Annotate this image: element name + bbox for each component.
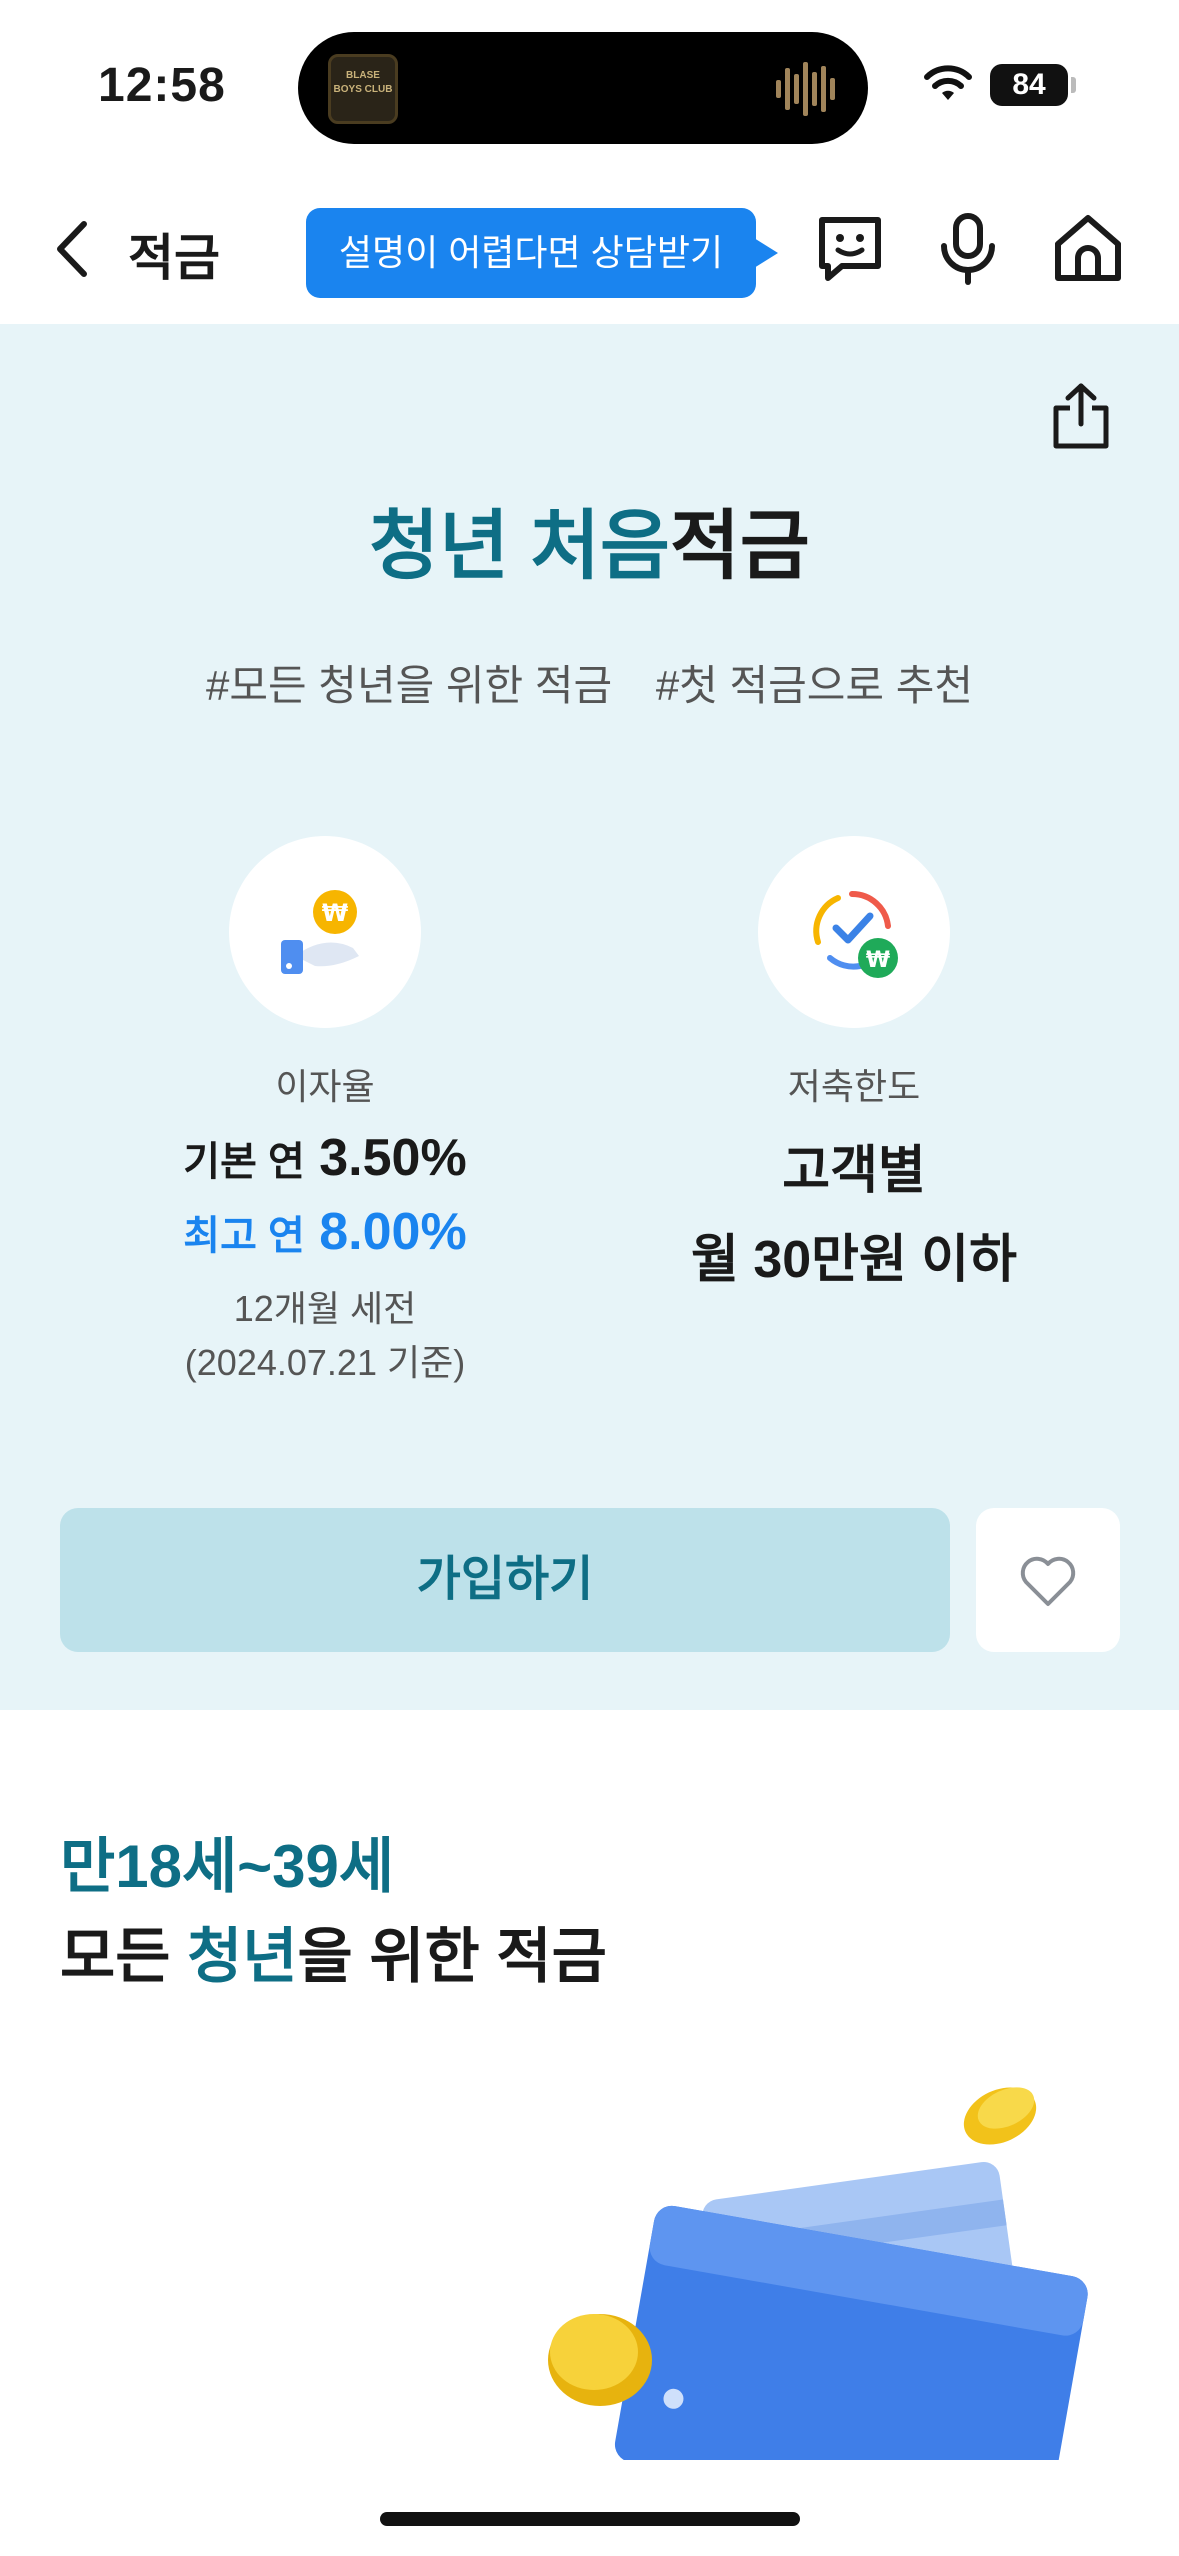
limit-line-1: 고객별 (782, 1142, 926, 1200)
dynamic-island: BLASE BOYS CLUB (298, 32, 868, 144)
product-title-accent: 청년 처음 (369, 504, 670, 589)
rate-note-date: (2024.07.21 기준) (184, 1342, 466, 1383)
status-time: 12:58 (98, 59, 226, 112)
home-indicator[interactable] (380, 2512, 800, 2526)
battery-indicator: 84 (990, 64, 1076, 106)
wifi-icon (924, 65, 972, 100)
heart-icon (1020, 1556, 1076, 1606)
audio-wave-icon (776, 62, 835, 116)
feature-interest-rate: ₩ 이자율 기본 연 3.50% 최고 연 8.00% 12개월 세전 (202… (45, 836, 605, 1390)
rate-note-period: 12개월 세전 (233, 1288, 417, 1329)
max-rate: 최고 연 8.00% (45, 1202, 605, 1262)
limit-label: 저축한도 (787, 1066, 921, 1107)
back-icon[interactable] (52, 218, 92, 280)
favorite-button[interactable] (976, 1508, 1120, 1652)
svg-text:₩: ₩ (866, 948, 890, 973)
page-title: 적금 (128, 230, 220, 286)
section-title: 모든 청년을 위한 적금 (60, 1908, 607, 1995)
check-cycle-icon: ₩ (813, 890, 898, 978)
base-rate-prefix: 기본 연 (183, 1140, 305, 1184)
consult-button[interactable]: 설명이 어렵다면 상담받기 (306, 208, 778, 298)
rate-note: 12개월 세전 (2024.07.21 기준) (45, 1282, 605, 1390)
tag: #첫 적금으로 추천 (655, 662, 973, 709)
section-title-accent: 청년 (187, 1923, 298, 1990)
album-art: BLASE BOYS CLUB (328, 54, 398, 124)
section-title-pre: 모든 (60, 1923, 188, 1990)
feature-icon-circle: ₩ (229, 836, 421, 1028)
join-button[interactable]: 가입하기 (60, 1508, 950, 1652)
chat-icon[interactable] (812, 210, 888, 286)
hand-coin-icon: ₩ (281, 890, 359, 974)
max-rate-prefix: 최고 연 (183, 1214, 305, 1258)
rate-label: 이자율 (275, 1066, 375, 1107)
product-tags: #모든 청년을 위한 적금 #첫 적금으로 추천 (0, 652, 1179, 713)
product-title: 청년 처음적금 (0, 484, 1179, 594)
top-navigation: 적금 설명이 어렵다면 상담받기 (0, 170, 1179, 324)
product-hero: 청년 처음적금 #모든 청년을 위한 적금 #첫 적금으로 추천 ₩ 이자율 기… (0, 324, 1179, 1710)
section-age-range: 만18세~39세 (60, 1833, 395, 1900)
base-rate-value: 3.50% (319, 1129, 467, 1187)
product-title-rest: 적금 (669, 504, 810, 589)
mic-icon[interactable] (930, 210, 1006, 286)
home-icon[interactable] (1050, 210, 1126, 286)
limit-line-2: 월 30만원 이하 (691, 1231, 1017, 1289)
status-bar: 12:58 BLASE BOYS CLUB 84 (0, 0, 1179, 170)
share-icon[interactable] (1048, 380, 1114, 452)
wallet-illustration (548, 2087, 1088, 2460)
feature-savings-limit: ₩ 저축한도 고객별 월 30만원 이하 (574, 836, 1134, 1292)
tag: #모든 청년을 위한 적금 (206, 662, 613, 709)
base-rate: 기본 연 3.50% (45, 1128, 605, 1188)
svg-text:₩: ₩ (322, 899, 349, 927)
section-title-post: 을 위한 적금 (297, 1923, 607, 1990)
feature-icon-circle: ₩ (758, 836, 950, 1028)
max-rate-value: 8.00% (319, 1203, 467, 1261)
